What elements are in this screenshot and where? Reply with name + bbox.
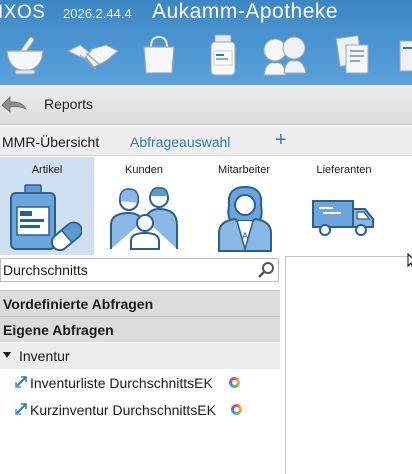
ribbon: IXOS 2026.2.44.4 Aukamm-Apotheke xyxy=(0,0,412,85)
search-box xyxy=(0,258,279,282)
link-arrows-icon xyxy=(15,376,27,388)
expand-caret-icon[interactable] xyxy=(3,352,11,358)
medicine-bottle-icon[interactable] xyxy=(200,33,246,77)
section-predefined-queries[interactable]: Vordefinierte Abfragen xyxy=(0,290,280,316)
list-item[interactable]: Kurzinventur DurchschnittsEK xyxy=(0,399,280,421)
tile-kunden[interactable]: Kunden xyxy=(97,157,191,255)
tab-query-selection[interactable]: Abfrageauswahl xyxy=(130,134,230,150)
group-label: Inventur xyxy=(19,348,70,364)
app-name: IXOS xyxy=(0,2,46,23)
documents-icon[interactable] xyxy=(330,33,376,77)
tile-label: Kunden xyxy=(125,164,163,176)
tabs-bar: MMR-Übersicht Abfrageauswahl + xyxy=(0,126,412,156)
app-version: 2026.2.44.4 xyxy=(63,6,132,21)
back-label[interactable]: Reports xyxy=(44,96,93,112)
section-own-queries[interactable]: Eigene Abfragen xyxy=(0,316,280,342)
list-item[interactable]: Inventurliste DurchschnittsEK xyxy=(0,372,280,394)
query-label: Inventurliste DurchschnittsEK xyxy=(30,375,213,391)
back-bar: Reports xyxy=(0,85,412,125)
search-icon[interactable] xyxy=(257,261,275,279)
mortar-icon[interactable] xyxy=(2,33,48,77)
medicine-package-icon xyxy=(10,184,82,252)
group-inventur[interactable]: Inventur xyxy=(0,343,280,369)
customers-icon[interactable] xyxy=(258,33,312,77)
search-input[interactable] xyxy=(1,259,251,281)
back-arrow-icon[interactable] xyxy=(0,93,28,115)
family-icon xyxy=(110,187,178,250)
category-tiles: Artikel Kunden Mitarbeiter A Lieferanten xyxy=(0,157,412,255)
color-wheel-icon xyxy=(231,404,242,415)
color-wheel-icon xyxy=(229,377,240,388)
detail-panel xyxy=(285,256,412,474)
tile-label: Mitarbeiter xyxy=(218,164,270,176)
tile-lieferanten[interactable]: Lieferanten xyxy=(297,157,391,255)
tile-label: Lieferanten xyxy=(316,164,372,176)
tile-mitarbeiter[interactable]: Mitarbeiter A xyxy=(197,157,291,255)
add-tab-button[interactable]: + xyxy=(275,129,287,152)
tab-mmr-overview[interactable]: MMR-Übersicht xyxy=(2,134,99,150)
more-icon[interactable] xyxy=(398,33,412,77)
svg-text:A: A xyxy=(242,232,249,242)
query-label: Kurzinventur DurchschnittsEK xyxy=(30,402,216,418)
delivery-truck-icon xyxy=(312,200,374,236)
employee-icon: A xyxy=(218,185,272,252)
shopping-bag-icon[interactable] xyxy=(136,33,182,77)
tile-label: Artikel xyxy=(31,164,63,176)
pharmacy-name: Aukamm-Apotheke xyxy=(152,0,339,23)
tile-artikel[interactable]: Artikel xyxy=(0,157,94,255)
handshake-icon[interactable] xyxy=(66,33,120,77)
mouse-cursor-icon xyxy=(407,253,412,268)
link-arrows-icon xyxy=(15,403,27,415)
query-panel: Vordefinierte Abfragen Eigene Abfragen I… xyxy=(0,256,280,474)
